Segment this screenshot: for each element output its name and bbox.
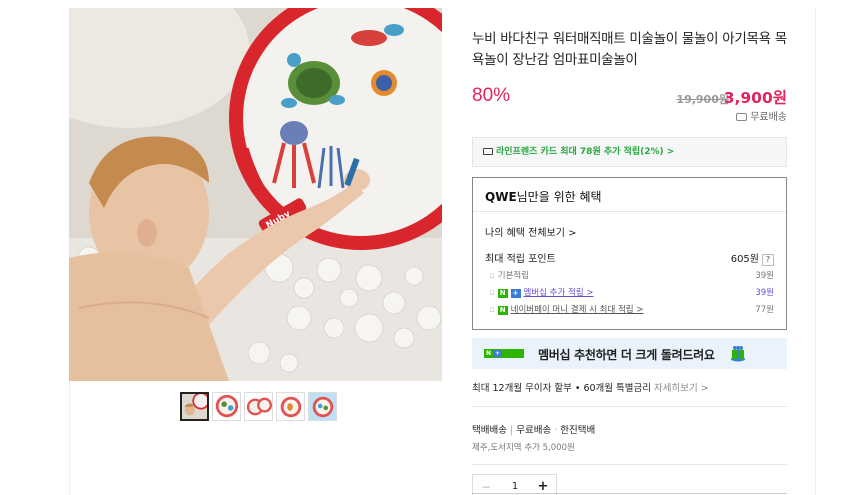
basic-points-value: 39원 bbox=[755, 271, 774, 281]
naverpay-icon: N bbox=[497, 306, 508, 315]
user-name: QWE bbox=[485, 190, 517, 204]
divider bbox=[472, 464, 787, 465]
delivery-type: 택배배송 bbox=[472, 425, 507, 436]
card-offer-box[interactable]: 라인프렌즈 카드 최대 78원 추가 적립(2%) > bbox=[472, 137, 787, 167]
shipping-label: 무료배송 bbox=[750, 112, 787, 123]
promo-text: 멤버십 추천하면 더 크게 돌려드려요 bbox=[538, 348, 715, 362]
quantity-value[interactable]: 1 bbox=[499, 475, 531, 495]
quantity-minus-button[interactable]: − bbox=[473, 475, 499, 495]
plus-badge: + bbox=[510, 289, 521, 298]
membership-badge: N + bbox=[484, 349, 524, 358]
help-icon[interactable]: ? bbox=[762, 254, 774, 266]
sale-price: 3,900원 bbox=[723, 89, 787, 107]
original-price: 19,900원 bbox=[676, 93, 729, 106]
membership-points-link[interactable]: 멤버십 추가 적립 > bbox=[524, 288, 594, 298]
membership-points-row: ▫ N + 멤버십 추가 적립 > 39원 bbox=[489, 288, 774, 298]
membership-points-value: 39원 bbox=[755, 288, 774, 298]
installment-more-link[interactable]: 자세히보기 > bbox=[654, 383, 709, 394]
npay-points-value: 77원 bbox=[755, 305, 774, 315]
npay-points-row: ▫ N 네이버페이 머니 결제 시 최대 적립 > 77원 bbox=[489, 305, 774, 315]
benefit-title: QWE님만을 위한 혜택 bbox=[485, 188, 774, 205]
thumbnail-3[interactable] bbox=[244, 392, 273, 421]
quantity-stepper: − 1 + bbox=[472, 474, 557, 495]
thumbnail-strip bbox=[180, 392, 337, 421]
installment-info: 최대 12개월 무이자 할부 • 60개월 특별금리 자세히보기 > bbox=[472, 380, 787, 394]
delivery-carrier: 한진택배 bbox=[560, 425, 596, 436]
divider bbox=[472, 406, 787, 407]
basic-points-label: 기본적립 bbox=[497, 271, 530, 281]
npay-points-link[interactable]: 네이버페이 머니 결제 시 최대 적립 > bbox=[511, 305, 644, 315]
max-points-row: 최대 적립 포인트 605원? bbox=[485, 250, 774, 266]
all-benefits-link[interactable]: 나의 혜택 전체보기 > bbox=[485, 224, 577, 239]
max-points-label: 최대 적립 포인트 bbox=[485, 254, 556, 265]
delivery-fee: 무료배송 bbox=[516, 425, 552, 436]
price-row: 80% 19,900원 3,900원 bbox=[472, 85, 787, 111]
card-icon bbox=[483, 148, 493, 155]
divider bbox=[473, 211, 786, 212]
discount-rate: 80% bbox=[472, 85, 511, 106]
delivery-extra: 제주,도서지역 추가 5,000원 bbox=[472, 443, 575, 453]
thumbnail-1[interactable] bbox=[180, 392, 209, 421]
delivery-info: 택배배송 | 무료배송 · 한진택배 bbox=[472, 425, 596, 436]
product-main-image[interactable]: Nuby bbox=[69, 8, 442, 381]
benefit-box: QWE님만을 위한 혜택 나의 혜택 전체보기 > 최대 적립 포인트 605원… bbox=[472, 177, 787, 330]
thumbnail-5[interactable] bbox=[308, 392, 337, 421]
product-info: 누비 바다친구 워터매직매트 미술놀이 물놀이 아기목욕 목욕놀이 장난감 엄마… bbox=[472, 29, 787, 495]
card-offer-text: 라인프렌즈 카드 최대 78원 추가 적립(2%) > bbox=[496, 147, 675, 157]
thumbnail-2[interactable] bbox=[212, 392, 241, 421]
quantity-plus-button[interactable]: + bbox=[530, 475, 556, 495]
membership-promo-banner[interactable]: N + 멤버십 추천하면 더 크게 돌려드려요 bbox=[472, 338, 787, 369]
naver-plus-badge: N bbox=[497, 289, 508, 298]
basic-points-row: ▫ 기본적립 39원 bbox=[489, 271, 774, 281]
truck-icon bbox=[736, 113, 748, 121]
divider bbox=[472, 493, 787, 494]
installment-text: 최대 12개월 무이자 할부 • 60개월 특별금리 bbox=[472, 383, 651, 394]
gift-icon bbox=[731, 346, 745, 362]
benefit-title-rest: 님만을 위한 혜택 bbox=[516, 190, 602, 204]
product-title: 누비 바다친구 워터매직매트 미술놀이 물놀이 아기목욕 목욕놀이 장난감 엄마… bbox=[472, 31, 787, 68]
max-points-value: 605원 bbox=[730, 254, 759, 265]
thumbnail-4[interactable] bbox=[276, 392, 305, 421]
